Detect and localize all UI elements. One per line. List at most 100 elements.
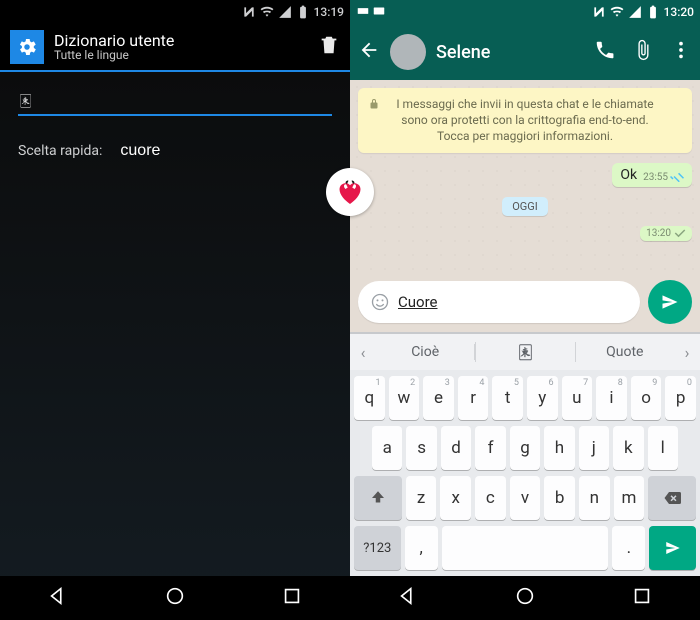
- battery-icon: [646, 5, 660, 19]
- suggestion-3[interactable]: Quote: [576, 344, 674, 360]
- keyboard: q1w2e3r4t5y6u7i8o9p0 asdfghjkl zxcvbnm ?…: [350, 370, 700, 576]
- key-o[interactable]: o9: [631, 376, 662, 420]
- date-separator: OGGI: [502, 197, 548, 216]
- key-y[interactable]: y6: [527, 376, 558, 420]
- watermark-badge: [326, 168, 374, 216]
- nfc-icon: [592, 5, 606, 19]
- send-button[interactable]: [648, 280, 692, 324]
- key-t[interactable]: t5: [492, 376, 523, 420]
- keyboard-row-3: zxcvbnm: [354, 476, 696, 520]
- key-i[interactable]: i8: [596, 376, 627, 420]
- right-screen: 13:20 Selene I messaggi che invii in que…: [350, 0, 700, 620]
- message-time: 13:20: [646, 228, 671, 239]
- suggestion-1[interactable]: Cioè: [376, 344, 475, 360]
- keyboard-icon: [372, 4, 386, 21]
- shift-key[interactable]: [354, 476, 402, 520]
- space-key[interactable]: [442, 526, 608, 570]
- emoji-icon[interactable]: [370, 292, 390, 312]
- nav-back-icon[interactable]: [397, 585, 419, 611]
- attach-button[interactable]: [632, 39, 654, 65]
- typed-text: Cuore: [398, 293, 438, 311]
- key-m[interactable]: m: [614, 476, 645, 520]
- signal-icon: [628, 5, 642, 19]
- settings-icon[interactable]: [10, 30, 44, 64]
- key-h[interactable]: h: [544, 426, 574, 470]
- suggestion-bar: ‹ Cioè 🀀 Quote ›: [350, 332, 700, 370]
- key-u[interactable]: u7: [562, 376, 593, 420]
- wifi-icon: [260, 5, 274, 19]
- keyboard-row-2: asdfghjkl: [354, 426, 696, 470]
- app-title: Dizionario utente: [54, 32, 308, 50]
- key-w[interactable]: w2: [389, 376, 420, 420]
- key-p[interactable]: p0: [665, 376, 696, 420]
- key-v[interactable]: v: [510, 476, 541, 520]
- wifi-icon: [610, 5, 624, 19]
- nav-bar: [0, 576, 350, 620]
- key-k[interactable]: k: [613, 426, 643, 470]
- nav-recent-icon[interactable]: [631, 585, 653, 611]
- key-r[interactable]: r4: [458, 376, 489, 420]
- key-q[interactable]: q1: [354, 376, 385, 420]
- call-button[interactable]: [594, 39, 616, 65]
- key-e[interactable]: e3: [423, 376, 454, 420]
- key-b[interactable]: b: [544, 476, 575, 520]
- chat-area[interactable]: I messaggi che invii in questa chat e le…: [350, 80, 700, 274]
- nav-bar: [350, 576, 700, 620]
- chat-title[interactable]: Selene: [436, 42, 578, 63]
- app-subtitle: Tutte le lingue: [54, 49, 308, 62]
- key-z[interactable]: z: [406, 476, 437, 520]
- input-row: Cuore: [350, 274, 700, 332]
- key-n[interactable]: n: [579, 476, 610, 520]
- enter-key[interactable]: [649, 526, 696, 570]
- backspace-key[interactable]: [648, 476, 696, 520]
- suggestion-2[interactable]: 🀀: [475, 342, 575, 362]
- period-key[interactable]: .: [612, 526, 645, 570]
- battery-icon: [296, 5, 310, 19]
- content-area: Scelta rapida:: [0, 72, 350, 164]
- chat-app-bar: Selene: [350, 24, 700, 80]
- app-bar: Dizionario utente Tutte le lingue: [0, 24, 350, 72]
- key-a[interactable]: a: [372, 426, 402, 470]
- nav-recent-icon[interactable]: [281, 585, 303, 611]
- signal-icon: [278, 5, 292, 19]
- avatar[interactable]: [390, 34, 426, 70]
- read-receipt-icon: [670, 172, 684, 182]
- key-s[interactable]: s: [406, 426, 436, 470]
- message-text: Ok: [620, 167, 637, 183]
- nav-home-icon[interactable]: [164, 585, 186, 611]
- key-j[interactable]: j: [579, 426, 609, 470]
- symbols-key[interactable]: ?123: [354, 526, 401, 570]
- message-input[interactable]: Cuore: [358, 281, 640, 323]
- key-c[interactable]: c: [475, 476, 506, 520]
- key-x[interactable]: x: [440, 476, 471, 520]
- message-out-small[interactable]: 13:20: [640, 226, 692, 241]
- delete-button[interactable]: [318, 34, 340, 60]
- nfc-icon: [242, 5, 256, 19]
- status-time: 13:20: [664, 5, 694, 19]
- back-button[interactable]: [358, 39, 380, 65]
- keyboard-row-4: ?123 , .: [354, 526, 696, 570]
- comma-key[interactable]: ,: [405, 526, 438, 570]
- app-title-block: Dizionario utente Tutte le lingue: [54, 32, 308, 63]
- status-bar: 13:19: [0, 0, 350, 24]
- key-l[interactable]: l: [648, 426, 678, 470]
- encryption-notice[interactable]: I messaggi che invii in questa chat e le…: [358, 88, 692, 153]
- key-f[interactable]: f: [475, 426, 505, 470]
- message-out[interactable]: Ok 23:55: [612, 163, 692, 187]
- message-time: 23:55: [643, 172, 668, 183]
- more-button[interactable]: [670, 39, 692, 65]
- left-screen: 13:19 Dizionario utente Tutte le lingue …: [0, 0, 350, 620]
- sent-tick-icon: [674, 229, 686, 238]
- keyboard-row-1: q1w2e3r4t5y6u7i8o9p0: [354, 376, 696, 420]
- suggestion-prev[interactable]: ‹: [350, 343, 376, 362]
- key-d[interactable]: d: [441, 426, 471, 470]
- shortcut-input[interactable]: [120, 138, 260, 164]
- nav-back-icon[interactable]: [47, 585, 69, 611]
- lock-icon: [368, 98, 380, 114]
- input-method-icon: [356, 4, 370, 21]
- status-time: 13:19: [314, 5, 344, 19]
- key-g[interactable]: g: [510, 426, 540, 470]
- word-input[interactable]: [18, 86, 332, 116]
- nav-home-icon[interactable]: [514, 585, 536, 611]
- suggestion-next[interactable]: ›: [674, 343, 700, 362]
